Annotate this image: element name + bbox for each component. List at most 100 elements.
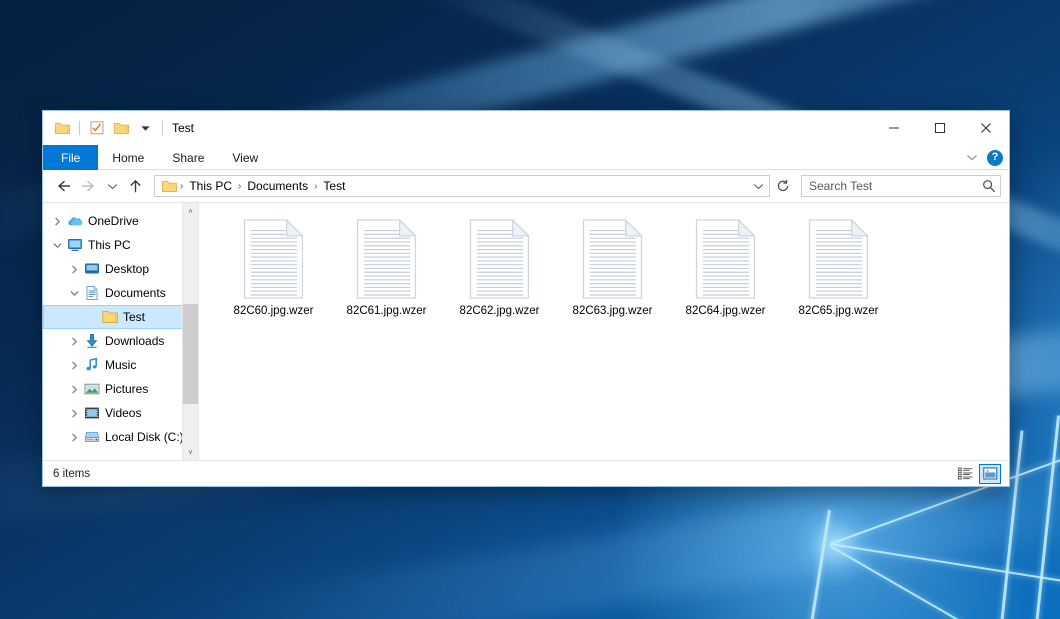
file-name-label: 82C63.jpg.wzer: [573, 305, 653, 317]
ribbon-right-controls: ?: [966, 145, 1003, 170]
breadcrumb-item-documents[interactable]: Documents: [242, 179, 313, 193]
forward-button[interactable]: [77, 174, 101, 198]
file-item[interactable]: 82C64.jpg.wzer: [669, 217, 782, 337]
maximize-button[interactable]: [917, 111, 963, 145]
downloads-arrow-icon: [82, 333, 102, 349]
tab-view[interactable]: View: [218, 145, 272, 170]
help-icon[interactable]: ?: [987, 150, 1003, 166]
navigation-scrollbar[interactable]: ˄ ˅: [182, 203, 198, 460]
file-item[interactable]: 82C63.jpg.wzer: [556, 217, 669, 337]
sidebar-item-downloads[interactable]: Downloads: [43, 329, 198, 353]
sidebar-item-label: Local Disk (C:): [102, 430, 184, 444]
file-item[interactable]: 82C62.jpg.wzer: [443, 217, 556, 337]
file-name-label: 82C62.jpg.wzer: [460, 305, 540, 317]
chevron-right-icon[interactable]: [66, 385, 82, 394]
pictures-image-icon: [82, 381, 102, 397]
chevron-down-icon[interactable]: [135, 118, 155, 138]
wallpaper-logo-ray: [830, 543, 1060, 583]
sidebar-item-label: OneDrive: [85, 214, 139, 228]
hard-drive-icon: [82, 429, 102, 445]
chevron-down-icon[interactable]: [49, 242, 65, 249]
sidebar-item-local-disk-c[interactable]: Local Disk (C:): [43, 425, 198, 449]
generic-file-icon: [807, 219, 871, 299]
sidebar-item-label: This PC: [85, 238, 131, 252]
navigation-pane: OneDrive This PC Desktop Documents Test Downl…: [43, 203, 198, 460]
chevron-right-icon[interactable]: [66, 361, 82, 370]
file-list-view[interactable]: 82C60.jpg.wzer 82C61.jpg.wzer 82C62.jpg.wz…: [198, 203, 1009, 460]
onedrive-cloud-icon: [65, 213, 85, 229]
sidebar-item-onedrive[interactable]: OneDrive: [43, 209, 198, 233]
chevron-right-icon[interactable]: [49, 217, 65, 226]
sidebar-item-music[interactable]: Music: [43, 353, 198, 377]
file-item[interactable]: 82C61.jpg.wzer: [330, 217, 443, 337]
back-button[interactable]: [51, 174, 75, 198]
sidebar-item-label: Videos: [102, 406, 141, 420]
file-name-label: 82C61.jpg.wzer: [347, 305, 427, 317]
title-bar: Test: [43, 111, 1009, 145]
toolbar-separator: [79, 121, 80, 135]
toolbar-separator: [162, 121, 163, 135]
file-name-label: 82C65.jpg.wzer: [799, 305, 879, 317]
sidebar-item-label: Pictures: [102, 382, 148, 396]
wallpaper-logo-ray: [809, 510, 831, 619]
sidebar-item-test[interactable]: Test: [43, 305, 198, 329]
refresh-button[interactable]: [772, 175, 794, 197]
chevron-right-icon[interactable]: [66, 433, 82, 442]
chevron-down-icon[interactable]: [966, 151, 978, 165]
sidebar-item-label: Documents: [102, 286, 166, 300]
search-box[interactable]: Search Test: [801, 175, 1001, 197]
chevron-right-icon[interactable]: [66, 337, 82, 346]
documents-page-icon: [82, 285, 102, 301]
address-field[interactable]: › This PC › Documents › Test: [154, 175, 770, 197]
breadcrumb-folder-icon: [160, 180, 179, 193]
chevron-right-icon[interactable]: [66, 265, 82, 274]
minimize-button[interactable]: [871, 111, 917, 145]
tab-share[interactable]: Share: [158, 145, 218, 170]
scroll-down-button[interactable]: ˅: [183, 444, 199, 460]
search-input[interactable]: Search Test: [809, 179, 982, 193]
address-dropdown-icon[interactable]: [750, 182, 767, 191]
up-button[interactable]: [123, 174, 147, 198]
file-name-label: 82C64.jpg.wzer: [686, 305, 766, 317]
search-icon[interactable]: [982, 179, 996, 193]
status-bar: 6 items: [43, 460, 1009, 486]
file-item[interactable]: 82C65.jpg.wzer: [782, 217, 895, 337]
scrollbar-track[interactable]: [183, 219, 199, 444]
address-bar: › This PC › Documents › Test Searc: [43, 170, 1009, 202]
sidebar-item-label: Music: [102, 358, 136, 372]
window-controls: [871, 111, 1009, 145]
close-button[interactable]: [963, 111, 1009, 145]
tab-file[interactable]: File: [43, 145, 98, 170]
new-folder-icon[interactable]: [111, 118, 131, 138]
quick-access-toolbar: Test: [43, 111, 194, 145]
ribbon-tab-bar: File Home Share View ?: [43, 145, 1009, 170]
sidebar-item-pictures[interactable]: Pictures: [43, 377, 198, 401]
folder-icon[interactable]: [52, 118, 72, 138]
file-item[interactable]: 82C60.jpg.wzer: [217, 217, 330, 337]
generic-file-icon: [242, 219, 306, 299]
large-icons-view-button[interactable]: [979, 464, 1001, 484]
sidebar-item-label: Desktop: [102, 262, 149, 276]
recent-locations-button[interactable]: [103, 174, 121, 198]
scrollbar-thumb[interactable]: [183, 304, 199, 404]
details-view-button[interactable]: [954, 464, 976, 484]
chevron-down-icon[interactable]: [66, 290, 82, 297]
sidebar-item-documents[interactable]: Documents: [43, 281, 198, 305]
sidebar-item-this-pc[interactable]: This PC: [43, 233, 198, 257]
chevron-right-icon[interactable]: [66, 409, 82, 418]
breadcrumb-item-test[interactable]: Test: [318, 179, 350, 193]
folder-icon: [100, 309, 120, 325]
breadcrumb: › This PC › Documents › Test: [160, 179, 750, 193]
sidebar-item-desktop[interactable]: Desktop: [43, 257, 198, 281]
explorer-body: OneDrive This PC Desktop Documents Test Downl…: [43, 202, 1009, 460]
tab-home[interactable]: Home: [98, 145, 158, 170]
file-explorer-window: Test File Home Share View: [42, 110, 1010, 487]
sidebar-item-videos[interactable]: Videos: [43, 401, 198, 425]
scroll-up-button[interactable]: ˄: [183, 203, 199, 219]
desktop-monitor-icon: [82, 261, 102, 277]
window-title: Test: [172, 121, 194, 135]
properties-icon[interactable]: [87, 118, 107, 138]
generic-file-icon: [694, 219, 758, 299]
breadcrumb-item-this-pc[interactable]: This PC: [184, 179, 237, 193]
sidebar-item-label: Test: [120, 310, 145, 324]
